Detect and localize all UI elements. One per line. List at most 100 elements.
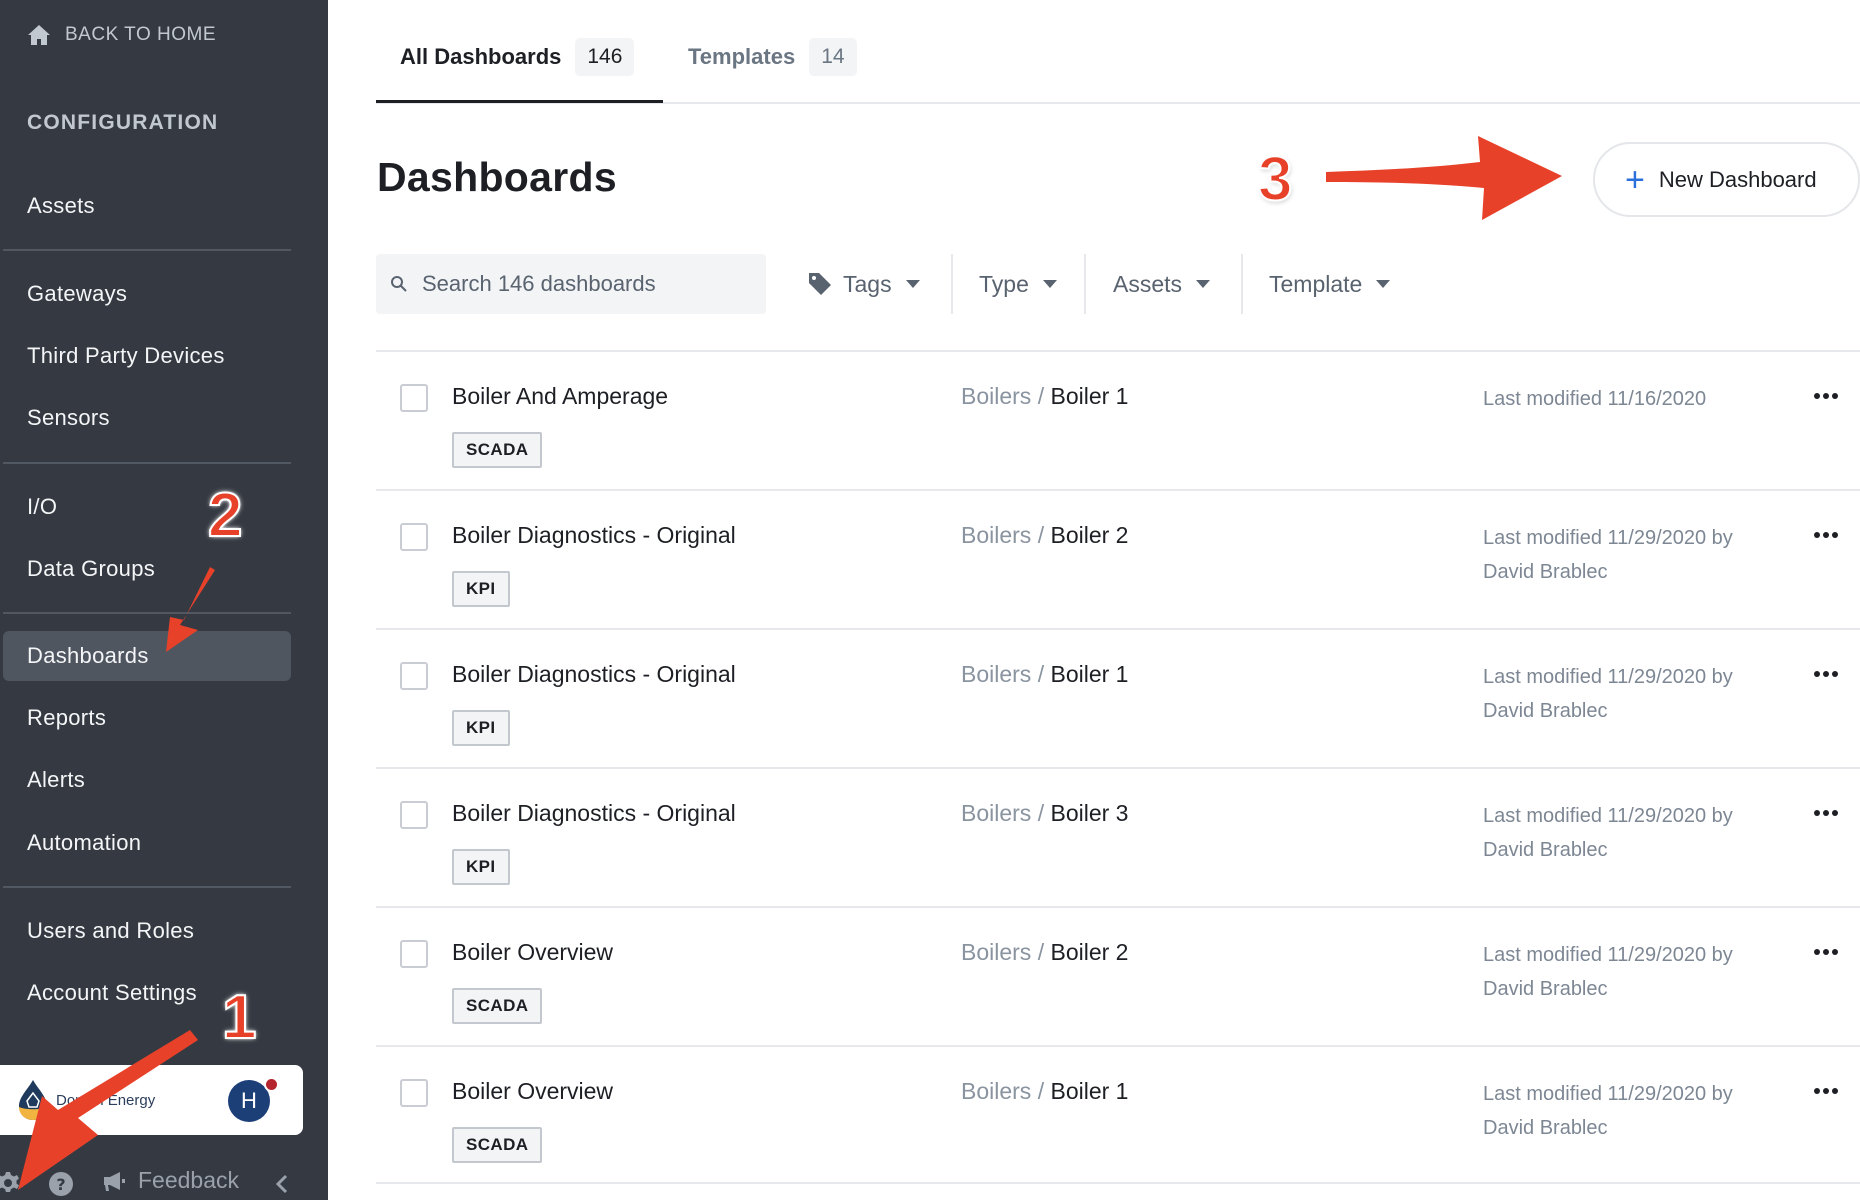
sidebar-item-sensors[interactable]: Sensors: [3, 393, 291, 443]
last-modified-text: Last modified 11/29/2020 by David Brable…: [1483, 805, 1733, 861]
row-checkbox[interactable]: [400, 523, 428, 551]
template-filter-dropdown[interactable]: Template: [1269, 254, 1391, 314]
caret-down-icon: [1196, 280, 1211, 288]
page-title: Dashboards: [377, 154, 617, 200]
type-filter-label: Type: [979, 270, 1029, 297]
sidebar-item-users-and-roles[interactable]: Users and Roles: [3, 906, 291, 956]
new-dashboard-label: New Dashboard: [1658, 166, 1817, 192]
sidebar-item-dashboards[interactable]: Dashboards: [3, 631, 291, 681]
sidebar-item-io[interactable]: I/O: [3, 482, 291, 532]
more-options-icon[interactable]: [1806, 382, 1846, 410]
more-options-icon[interactable]: [1806, 1077, 1846, 1105]
dashboard-name-link[interactable]: Boiler And Amperage: [452, 383, 668, 410]
dashboard-row: Boiler Diagnostics - Original KPI Boiler…: [376, 489, 1860, 628]
back-to-home-link[interactable]: BACK TO HOME: [27, 24, 216, 46]
caret-down-icon: [1376, 280, 1391, 288]
tab-all-dashboards[interactable]: All Dashboards 146: [400, 38, 635, 76]
last-modified-text: Last modified 11/16/2020: [1483, 388, 1707, 410]
organization-card[interactable]: Donlon Energy H: [0, 1065, 303, 1135]
row-checkbox[interactable]: [400, 384, 428, 412]
sidebar-item-label: Third Party Devices: [27, 343, 225, 368]
gear-icon[interactable]: [0, 1171, 20, 1195]
tab-label: All Dashboards: [400, 44, 562, 69]
dashboard-row: Boiler Overview SCADA Boilers / Boiler 2…: [376, 906, 1860, 1045]
filter-divider: [951, 254, 953, 314]
asset-child: Boiler 1: [1050, 1078, 1129, 1104]
sidebar-item-reports[interactable]: Reports: [3, 693, 291, 743]
asset-child: Boiler 2: [1050, 522, 1129, 548]
dashboard-name-link[interactable]: Boiler Overview: [452, 939, 613, 966]
row-checkbox[interactable]: [400, 801, 428, 829]
annotation-number-3: 3: [1257, 144, 1294, 215]
more-options-icon[interactable]: [1806, 660, 1846, 688]
asset-child: Boiler 2: [1050, 939, 1129, 965]
row-checkbox[interactable]: [400, 940, 428, 968]
tab-count-badge: 146: [575, 38, 635, 76]
search-input[interactable]: [422, 271, 742, 297]
dashboard-name-link[interactable]: Boiler Diagnostics - Original: [452, 661, 736, 688]
organization-logo-icon: [19, 1080, 47, 1120]
sidebar-divider: [3, 886, 291, 888]
dashboard-name-link[interactable]: Boiler Diagnostics - Original: [452, 800, 736, 827]
more-options-icon[interactable]: [1806, 799, 1846, 827]
last-modified-text: Last modified 11/29/2020 by David Brable…: [1483, 944, 1733, 1000]
help-icon[interactable]: ?: [48, 1171, 74, 1197]
asset-parent: Boilers: [961, 661, 1032, 687]
svg-text:?: ?: [56, 1175, 65, 1194]
search-field[interactable]: [376, 254, 766, 314]
search-icon: [391, 276, 407, 292]
tab-templates[interactable]: Templates 14: [688, 38, 857, 76]
sidebar-item-gateways[interactable]: Gateways: [3, 269, 291, 319]
dashboard-row: Boiler And Amperage SCADA Boilers / Boil…: [376, 350, 1860, 489]
sidebar-item-data-groups[interactable]: Data Groups: [3, 544, 291, 594]
filter-divider: [1084, 254, 1086, 314]
last-modified-text: Last modified 11/29/2020 by David Brable…: [1483, 666, 1733, 722]
notification-badge: [264, 1077, 279, 1092]
dashboard-list: Boiler And Amperage SCADA Boilers / Boil…: [376, 350, 1860, 1184]
sidebar-item-automation[interactable]: Automation: [3, 818, 291, 868]
sidebar-item-third-party-devices[interactable]: Third Party Devices: [3, 331, 291, 381]
asset-breadcrumb: Boilers / Boiler 2: [961, 939, 1128, 966]
sidebar-item-alerts[interactable]: Alerts: [3, 755, 291, 805]
dashboard-tag-badge: KPI: [452, 571, 510, 607]
asset-parent: Boilers: [961, 800, 1032, 826]
sidebar-item-label: Dashboards: [27, 643, 149, 668]
row-checkbox[interactable]: [400, 662, 428, 690]
type-filter-dropdown[interactable]: Type: [979, 254, 1057, 314]
asset-breadcrumb: Boilers / Boiler 1: [961, 1078, 1128, 1105]
back-to-home-label: BACK TO HOME: [65, 24, 216, 45]
asset-parent: Boilers: [961, 939, 1032, 965]
assets-filter-dropdown[interactable]: Assets: [1113, 254, 1211, 314]
dashboard-row: Boiler Overview SCADA Boilers / Boiler 1…: [376, 1045, 1860, 1184]
asset-child: Boiler 1: [1050, 383, 1129, 409]
asset-breadcrumb: Boilers / Boiler 1: [961, 661, 1128, 688]
sidebar-item-assets[interactable]: Assets: [3, 181, 291, 231]
caret-down-icon: [905, 280, 920, 288]
more-options-icon[interactable]: [1806, 521, 1846, 549]
dashboard-name-link[interactable]: Boiler Overview: [452, 1078, 613, 1105]
tab-count-badge: 14: [809, 38, 857, 76]
sidebar-divider: [3, 612, 291, 614]
sidebar-item-label: Sensors: [27, 405, 110, 430]
feedback-button[interactable]: Feedback: [102, 1167, 239, 1194]
asset-child: Boiler 1: [1050, 661, 1129, 687]
tags-filter-label: Tags: [843, 270, 892, 297]
row-checkbox[interactable]: [400, 1079, 428, 1107]
tags-filter-dropdown[interactable]: Tags: [807, 254, 920, 314]
sidebar-divider: [3, 249, 291, 251]
annotation-arrow-3: [1326, 136, 1562, 220]
annotation-number-2: 2: [207, 480, 244, 551]
new-dashboard-button[interactable]: + New Dashboard: [1593, 142, 1860, 217]
last-modified-text: Last modified 11/29/2020 by David Brable…: [1483, 527, 1733, 583]
sidebar-item-label: Assets: [27, 193, 95, 218]
organization-name: Donlon Energy: [56, 1091, 156, 1109]
plus-icon: +: [1625, 160, 1645, 199]
sidebar-divider: [3, 462, 291, 464]
dashboard-tag-badge: SCADA: [452, 988, 543, 1024]
breadcrumb-separator: /: [1031, 522, 1051, 548]
collapse-sidebar-chevron-icon[interactable]: [274, 1174, 290, 1194]
more-options-icon[interactable]: [1806, 938, 1846, 966]
feedback-label: Feedback: [138, 1167, 240, 1193]
annotation-number-1: 1: [221, 982, 258, 1053]
dashboard-name-link[interactable]: Boiler Diagnostics - Original: [452, 522, 736, 549]
